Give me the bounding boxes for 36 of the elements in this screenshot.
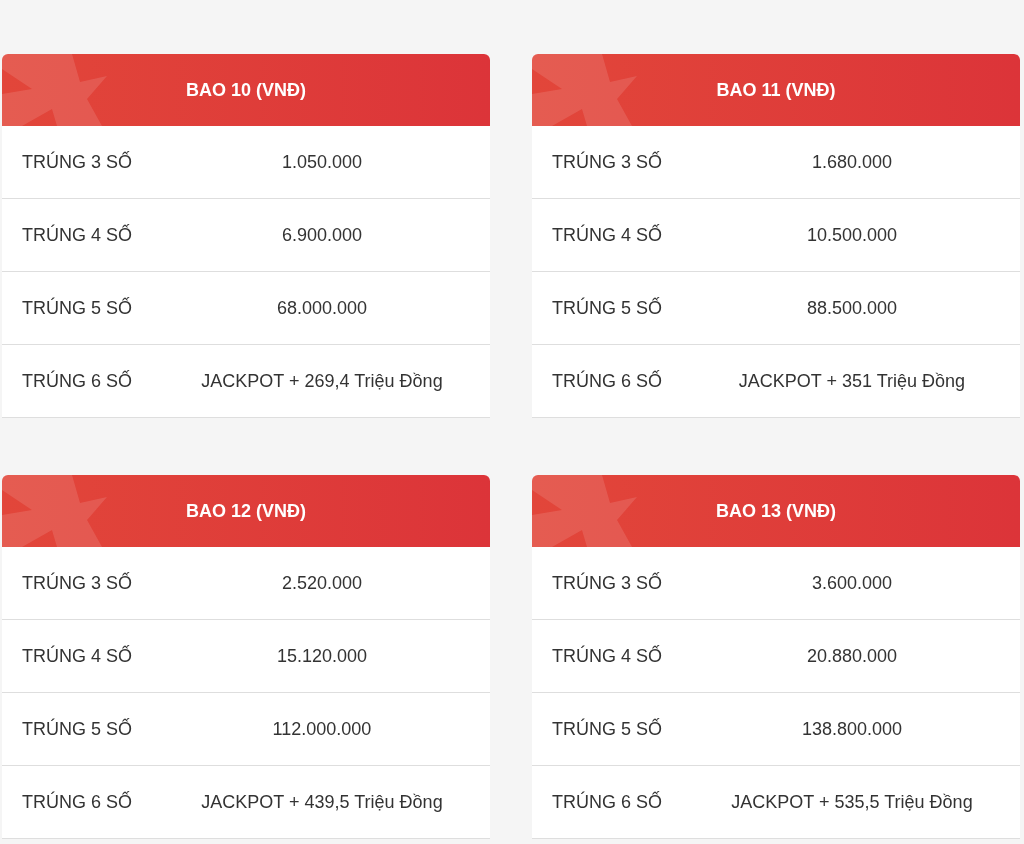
card-title: BAO 11 (VNĐ) — [716, 78, 836, 102]
prize-value: 6.900.000 — [280, 223, 364, 247]
prize-value: JACKPOT + 439,5 Triệu Đồng — [200, 790, 444, 814]
prize-label: TRÚNG 5 SỐ — [21, 717, 133, 741]
prize-value: 1.050.000 — [280, 150, 364, 174]
prize-label: TRÚNG 5 SỐ — [21, 296, 133, 320]
prize-label: TRÚNG 4 SỐ — [21, 644, 133, 668]
prize-label: TRÚNG 3 SỐ — [551, 150, 663, 174]
prize-label: TRÚNG 3 SỐ — [21, 150, 133, 174]
prize-label: TRÚNG 6 SỐ — [21, 369, 133, 393]
prize-value: 138.800.000 — [800, 717, 904, 741]
card-title: BAO 13 (VNĐ) — [716, 499, 836, 523]
card-title: BAO 10 (VNĐ) — [186, 78, 306, 102]
prize-label: TRÚNG 3 SỐ — [551, 571, 663, 595]
prize-value: 88.500.000 — [805, 296, 899, 320]
prize-label: TRÚNG 6 SỐ — [551, 369, 663, 393]
prize-value: 10.500.000 — [805, 223, 899, 247]
prize-value: 2.520.000 — [280, 571, 364, 595]
prize-value: 3.600.000 — [810, 571, 894, 595]
card-title: BAO 12 (VNĐ) — [186, 499, 306, 523]
prize-value: 1.680.000 — [810, 150, 894, 174]
prize-label: TRÚNG 5 SỐ — [551, 296, 663, 320]
prize-label: TRÚNG 4 SỐ — [551, 644, 663, 668]
prize-value: JACKPOT + 269,4 Triệu Đồng — [200, 369, 444, 393]
prize-label: TRÚNG 3 SỐ — [21, 571, 133, 595]
prize-label: TRÚNG 4 SỐ — [21, 223, 133, 247]
prize-value: 15.120.000 — [275, 644, 369, 668]
prize-value: 68.000.000 — [275, 296, 369, 320]
prize-label: TRÚNG 6 SỐ — [551, 790, 663, 814]
prize-value: JACKPOT + 535,5 Triệu Đồng — [730, 790, 974, 814]
prize-value: JACKPOT + 351 Triệu Đồng — [737, 369, 967, 393]
prize-label: TRÚNG 5 SỐ — [551, 717, 663, 741]
prize-value: 20.880.000 — [805, 644, 899, 668]
prize-label: TRÚNG 4 SỐ — [551, 223, 663, 247]
prize-label: TRÚNG 6 SỐ — [21, 790, 133, 814]
prize-value: 112.000.000 — [271, 717, 373, 741]
